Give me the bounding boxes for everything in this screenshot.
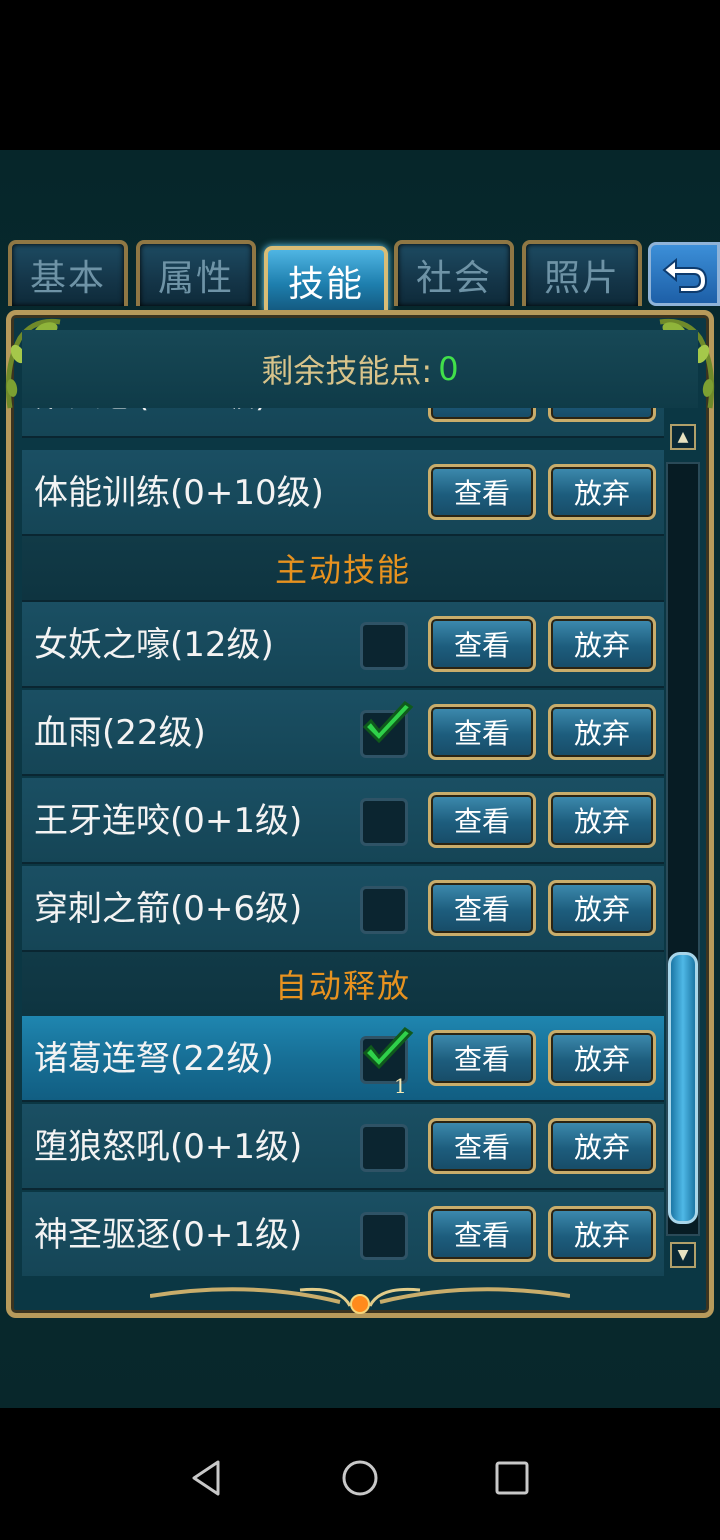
view-button[interactable]: 查看 (428, 408, 536, 422)
checkmark-icon (362, 701, 414, 744)
tab-skills[interactable]: 技能 (264, 246, 388, 312)
section-header-auto-release: 自动释放 (22, 952, 664, 1018)
button-label: 查看 (453, 477, 510, 510)
button-label: 查看 (454, 408, 510, 414)
skill-list[interactable]: 第六感(0+3级) 查看 放弃 体能训练(0+10级) 查看 放弃 主动技能 女… (22, 408, 664, 1276)
drop-button[interactable]: 放弃 (548, 704, 656, 760)
tab-label: 技能 (287, 264, 364, 305)
button-label: 放弃 (573, 1043, 630, 1076)
drop-button[interactable]: 放弃 (548, 880, 656, 936)
skill-points-label: 剩余技能点: (261, 352, 433, 390)
view-button[interactable]: 查看 (428, 1118, 536, 1174)
skill-points-header: 剩余技能点: 0 (22, 330, 698, 408)
button-label: 查看 (453, 629, 510, 662)
button-label: 放弃 (573, 477, 630, 510)
auto-cast-checkbox[interactable] (360, 622, 408, 670)
tab-attributes[interactable]: 属性 (136, 240, 256, 306)
tab-label: 照片 (543, 258, 620, 299)
tab-photos[interactable]: 照片 (522, 240, 642, 306)
checkmark-icon (362, 1027, 414, 1070)
auto-cast-checkbox[interactable] (360, 886, 408, 934)
drop-button[interactable]: 放弃 (548, 792, 656, 848)
button-label: 查看 (453, 1043, 510, 1076)
auto-cast-order: 1 (394, 1074, 407, 1098)
tab-label: 基本 (29, 258, 106, 299)
button-label: 放弃 (573, 1219, 630, 1252)
skill-name: 神圣驱逐(0+1级) (34, 1215, 303, 1255)
back-triangle-icon[interactable] (188, 1458, 228, 1498)
view-button[interactable]: 查看 (428, 464, 536, 520)
scroll-up-icon[interactable]: ▲ (670, 424, 696, 450)
view-button[interactable]: 查看 (428, 1030, 536, 1086)
view-button[interactable]: 查看 (428, 792, 536, 848)
section-title: 主动技能 (274, 551, 411, 589)
skill-name: 第六感(0+3级) (34, 408, 268, 438)
auto-cast-checkbox[interactable] (360, 1124, 408, 1172)
button-label: 放弃 (573, 717, 630, 750)
button-label: 放弃 (573, 893, 630, 926)
list-item[interactable]: 女妖之嚎(12级) 查看 放弃 (22, 602, 664, 688)
list-item[interactable]: 神圣驱逐(0+1级) 查看 放弃 (22, 1192, 664, 1276)
list-item[interactable]: 穿刺之箭(0+6级) 查看 放弃 (22, 866, 664, 952)
system-nav-bar (0, 1408, 720, 1540)
skill-name: 王牙连咬(0+1级) (34, 801, 303, 841)
back-arrow-icon (662, 257, 708, 293)
button-label: 查看 (453, 717, 510, 750)
button-label: 查看 (453, 1219, 510, 1252)
tab-social[interactable]: 社会 (394, 240, 514, 306)
auto-cast-checkbox[interactable] (360, 798, 408, 846)
section-header-active-skills: 主动技能 (22, 536, 664, 602)
skill-name: 女妖之嚎(12级) (34, 625, 274, 665)
drop-button[interactable]: 放弃 (548, 408, 656, 422)
skill-name: 堕狼怒吼(0+1级) (34, 1127, 303, 1167)
list-item[interactable]: 体能训练(0+10级) 查看 放弃 (22, 450, 664, 536)
ornament-bottom (150, 1287, 570, 1314)
skill-name: 血雨(22级) (34, 713, 206, 753)
drop-button[interactable]: 放弃 (548, 464, 656, 520)
list-item[interactable]: 堕狼怒吼(0+1级) 查看 放弃 (22, 1104, 664, 1190)
back-button[interactable] (648, 242, 720, 306)
button-label: 放弃 (574, 408, 630, 414)
button-label: 查看 (453, 805, 510, 838)
list-item[interactable]: 王牙连咬(0+1级) 查看 放弃 (22, 778, 664, 864)
tab-label: 社会 (415, 258, 492, 299)
tab-basic[interactable]: 基本 (8, 240, 128, 306)
auto-cast-checkbox[interactable] (360, 701, 414, 758)
section-title: 自动释放 (274, 967, 411, 1005)
button-label: 查看 (453, 893, 510, 926)
button-label: 查看 (453, 1131, 510, 1164)
list-item-selected[interactable]: 诸葛连弩(22级) 1 查看 放弃 (22, 1016, 664, 1102)
skill-name: 诸葛连弩(22级) (34, 1039, 274, 1079)
view-button[interactable]: 查看 (428, 880, 536, 936)
view-button[interactable]: 查看 (428, 616, 536, 672)
button-label: 放弃 (573, 629, 630, 662)
button-label: 放弃 (573, 805, 630, 838)
tab-label: 属性 (157, 258, 234, 299)
skill-points-value: 0 (438, 350, 459, 388)
skill-name: 体能训练(0+10级) (34, 473, 324, 513)
skill-name: 穿刺之箭(0+6级) (34, 889, 303, 929)
scrollbar-thumb[interactable] (668, 952, 698, 1224)
list-item[interactable]: 第六感(0+3级) 查看 放弃 (22, 408, 664, 438)
scroll-down-icon[interactable]: ▼ (670, 1242, 696, 1268)
view-button[interactable]: 查看 (428, 704, 536, 760)
drop-button[interactable]: 放弃 (548, 616, 656, 672)
button-label: 放弃 (573, 1131, 630, 1164)
auto-cast-checkbox[interactable] (360, 1212, 408, 1260)
drop-button[interactable]: 放弃 (548, 1206, 656, 1262)
recents-square-icon[interactable] (492, 1458, 532, 1498)
view-button[interactable]: 查看 (428, 1206, 536, 1262)
list-item[interactable]: 血雨(22级) 查看 放弃 (22, 690, 664, 776)
drop-button[interactable]: 放弃 (548, 1118, 656, 1174)
drop-button[interactable]: 放弃 (548, 1030, 656, 1086)
home-circle-icon[interactable] (340, 1458, 380, 1498)
